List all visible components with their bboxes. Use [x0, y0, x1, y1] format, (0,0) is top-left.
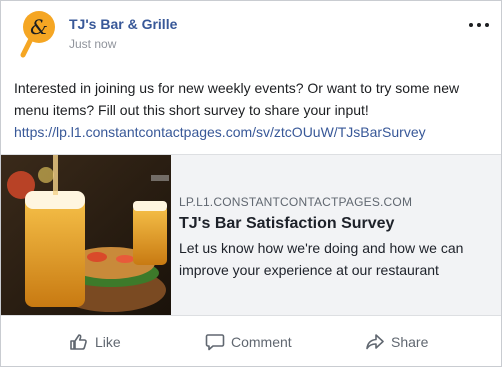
share-label: Share — [391, 334, 429, 350]
post-actions: Like Comment Share — [1, 321, 501, 365]
link-preview[interactable]: LP.L1.CONSTANTCONTACTPAGES.COM TJ's Bar … — [1, 154, 501, 316]
post-header: & TJ's Bar & Grille Just now — [1, 1, 501, 61]
post-timestamp[interactable]: Just now — [69, 36, 116, 52]
like-label: Like — [95, 334, 121, 350]
preview-domain: LP.L1.CONSTANTCONTACTPAGES.COM — [179, 195, 413, 209]
share-arrow-icon — [366, 334, 384, 350]
like-button[interactable]: Like — [69, 329, 121, 355]
post-card: & TJ's Bar & Grille Just now Interested … — [0, 0, 502, 367]
preview-description-line: Let us know how we're doing and how we c… — [179, 240, 464, 256]
comment-bubble-icon — [205, 334, 225, 351]
preview-info[interactable]: LP.L1.CONSTANTCONTACTPAGES.COM TJ's Bar … — [179, 155, 494, 315]
comment-label: Comment — [231, 334, 292, 350]
post-text-line: Interested in joining us for new weekly … — [14, 80, 460, 96]
post-text-line: menu items? Fill out this short survey t… — [14, 102, 369, 118]
more-options-icon[interactable] — [467, 15, 491, 35]
post-message: Interested in joining us for new weekly … — [14, 77, 494, 143]
page-name[interactable]: TJ's Bar & Grille — [69, 15, 177, 33]
thumbs-up-icon — [70, 334, 87, 350]
share-button[interactable]: Share — [365, 329, 428, 355]
preview-title[interactable]: TJ's Bar Satisfaction Survey — [179, 215, 394, 233]
ampersand-logo-icon[interactable]: & — [17, 9, 61, 59]
comment-button[interactable]: Comment — [205, 329, 292, 355]
preview-image[interactable] — [1, 155, 171, 315]
svg-text:&: & — [30, 15, 48, 39]
preview-description: Let us know how we're doing and how we c… — [179, 237, 489, 281]
preview-description-line: improve your experience at our restauran… — [179, 262, 439, 278]
post-link[interactable]: https://lp.l1.constantcontactpages.com/s… — [14, 121, 494, 143]
